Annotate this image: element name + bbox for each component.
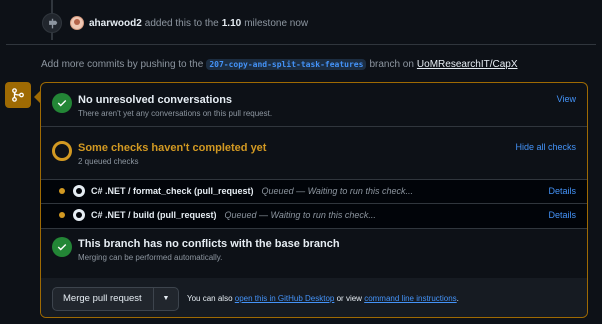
conflicts-section: This branch has no conflicts with the ba… <box>41 237 587 262</box>
merge-footer: Merge pull request ▼ You can also open t… <box>41 278 587 317</box>
event-suffix: milestone now <box>244 17 309 29</box>
checks-list: C# .NET / format_check (pull_request) Qu… <box>41 179 587 229</box>
repo-link[interactable]: UoMResearchIT/CapX <box>417 59 518 70</box>
timeline-divider <box>6 44 596 45</box>
commit-hint: Add more commits by pushing to the 207-c… <box>41 59 518 70</box>
open-desktop-link[interactable]: open this in GitHub Desktop <box>235 294 335 303</box>
view-conversations-link[interactable]: View <box>557 94 576 104</box>
check-details-link[interactable]: Details <box>548 186 576 196</box>
check-name: C# .NET / format_check (pull_request) <box>91 186 254 196</box>
merge-method-dropdown[interactable]: ▼ <box>154 288 178 310</box>
check-details-link[interactable]: Details <box>548 210 576 220</box>
pending-circle-icon <box>52 141 72 161</box>
git-merge-icon <box>5 82 31 108</box>
event-user-link[interactable]: aharwood2 <box>89 18 142 29</box>
merge-box: No unresolved conversations There aren't… <box>40 82 588 318</box>
hide-checks-link[interactable]: Hide all checks <box>515 142 576 152</box>
check-circle-icon <box>52 93 72 113</box>
section-divider <box>41 228 587 229</box>
milestone-icon <box>42 13 62 33</box>
conflicts-title: This branch has no conflicts with the ba… <box>78 238 340 250</box>
checks-title: Some checks haven't completed yet <box>78 142 267 154</box>
conversations-section: No unresolved conversations There aren't… <box>41 93 587 118</box>
conversations-title: No unresolved conversations <box>78 94 233 106</box>
caret-down-icon: ▼ <box>162 295 170 302</box>
merge-footer-text: You can also open this in GitHub Desktop… <box>187 294 459 303</box>
checks-subtitle: 2 queued checks <box>78 157 139 166</box>
merge-button-group: Merge pull request ▼ <box>52 286 179 311</box>
footer-prefix: You can also <box>187 294 233 303</box>
commit-hint-prefix: Add more commits by pushing to the <box>41 59 204 70</box>
conversations-subtitle: There aren't yet any conversations on th… <box>78 109 273 118</box>
queued-dot-icon <box>59 212 65 218</box>
footer-middle: or view <box>336 294 362 303</box>
cli-instructions-link[interactable]: command line instructions <box>364 294 456 303</box>
conflicts-subtitle: Merging can be performed automatically. <box>78 253 223 262</box>
check-status: Queued — Waiting to run this check... <box>224 210 376 220</box>
branch-name[interactable]: 207-copy-and-split-task-features <box>206 59 367 70</box>
commit-hint-middle: branch on <box>369 59 414 70</box>
milestone-event: aharwood2 added this to the 1.10 milesto… <box>42 12 308 34</box>
merge-pull-request-button[interactable]: Merge pull request <box>53 287 154 310</box>
event-text: added this to the <box>144 17 219 29</box>
footer-suffix: . <box>456 294 459 303</box>
section-divider <box>41 126 587 127</box>
github-icon <box>73 185 85 197</box>
check-circle-icon <box>52 237 72 257</box>
check-name: C# .NET / build (pull_request) <box>91 210 217 220</box>
check-row: C# .NET / build (pull_request) Queued — … <box>41 203 587 227</box>
avatar[interactable] <box>70 16 84 30</box>
queued-dot-icon <box>59 188 65 194</box>
check-row: C# .NET / format_check (pull_request) Qu… <box>41 179 587 203</box>
milestone-link[interactable]: 1.10 <box>222 18 241 29</box>
github-icon <box>73 209 85 221</box>
checks-section: Some checks haven't completed yet 2 queu… <box>41 141 587 166</box>
check-status: Queued — Waiting to run this check... <box>261 186 413 196</box>
